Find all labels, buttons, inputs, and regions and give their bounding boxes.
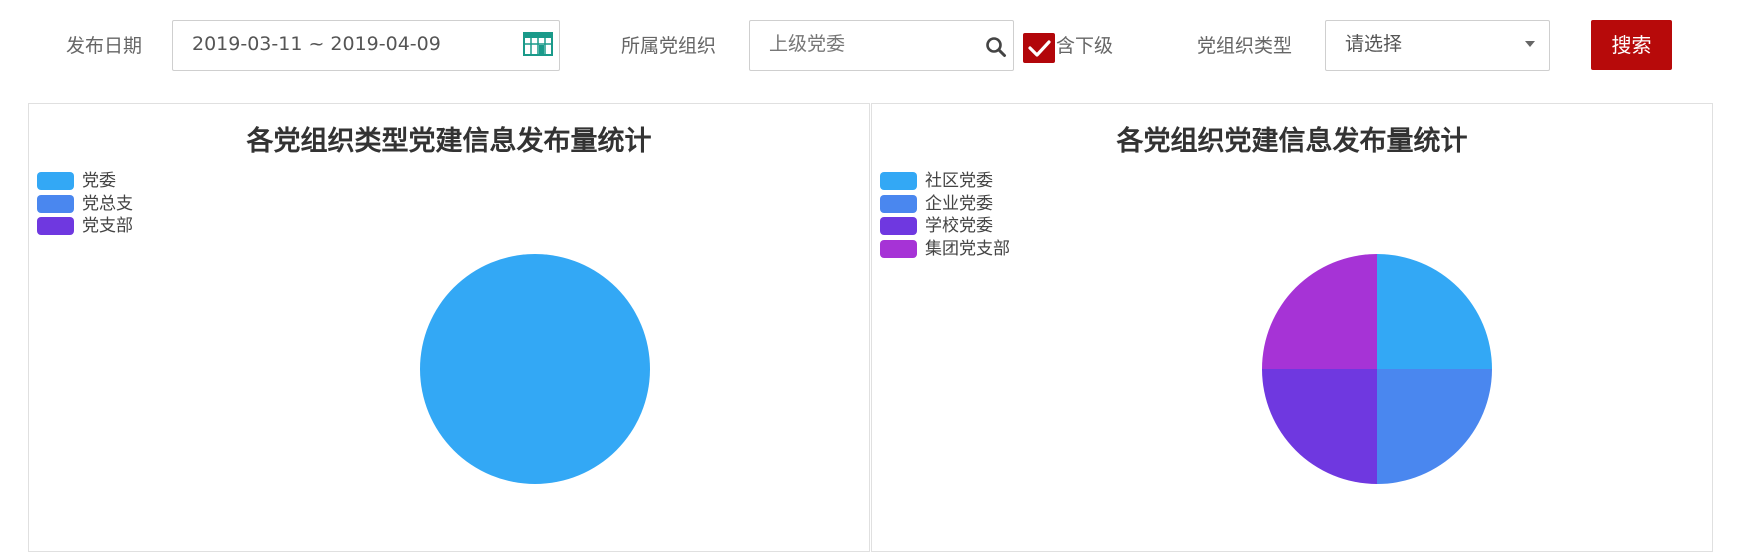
pie-slice[interactable] [1377, 369, 1492, 484]
date-range-input[interactable]: 2019-03-11 ~ 2019-04-09 [172, 20, 560, 71]
legend-swatch [880, 239, 917, 258]
legend-swatch [37, 172, 74, 190]
org-search-placeholder: 上级党委 [769, 33, 846, 55]
calendar-icon[interactable] [523, 32, 553, 56]
org-type-value: 请选择 [1345, 33, 1403, 55]
date-range-value: 2019-03-11 ~ 2019-04-09 [192, 33, 441, 55]
org-type-label: 党组织类型 [1197, 35, 1293, 57]
filter-bar: 发布日期 2019-03-11 ~ 2019-04-09 所属党组织 上级党委 … [0, 0, 1751, 92]
legend-label: 学校党委 [925, 216, 993, 236]
org-type-select[interactable]: 请选择 [1325, 20, 1550, 71]
chart-title: 各党组织类型党建信息发布量统计 [246, 126, 652, 157]
include-sub-checkbox[interactable] [1023, 33, 1055, 63]
pie-chart [1262, 254, 1492, 484]
pie-slice[interactable] [1377, 254, 1492, 369]
org-label: 所属党组织 [621, 35, 717, 57]
legend-label: 党支部 [82, 216, 133, 236]
chevron-down-icon [1525, 41, 1535, 47]
legend-label: 社区党委 [925, 171, 993, 191]
legend-label: 企业党委 [925, 193, 993, 214]
org-type-chart-panel: 各党组织类型党建信息发布量统计 党委 党总支 党支部 [28, 103, 870, 552]
pie-slice[interactable] [420, 254, 650, 484]
org-chart-panel: 各党组织党建信息发布量统计 社区党委 企业党委 学校党委 集团党支部 [871, 103, 1713, 552]
legend-swatch [880, 194, 917, 213]
chart-title: 各党组织党建信息发布量统计 [1116, 126, 1468, 157]
legend-label: 党总支 [82, 193, 133, 214]
legend-label: 党委 [82, 171, 116, 191]
pie-slice[interactable] [1262, 369, 1377, 484]
legend-label: 集团党支部 [925, 238, 1010, 259]
pie-chart [420, 254, 650, 484]
search-icon[interactable] [985, 36, 1007, 58]
legend-swatch [880, 172, 917, 190]
date-label: 发布日期 [66, 35, 143, 57]
legend-swatch [37, 194, 74, 213]
search-button[interactable]: 搜索 [1591, 20, 1672, 70]
checkmark-icon [1028, 40, 1051, 57]
legend-swatch [880, 217, 917, 235]
legend-swatch [37, 217, 74, 235]
pie-slice[interactable] [1262, 254, 1377, 369]
include-sub-label: 含下级 [1056, 35, 1114, 57]
org-search-input[interactable]: 上级党委 [749, 20, 1014, 71]
